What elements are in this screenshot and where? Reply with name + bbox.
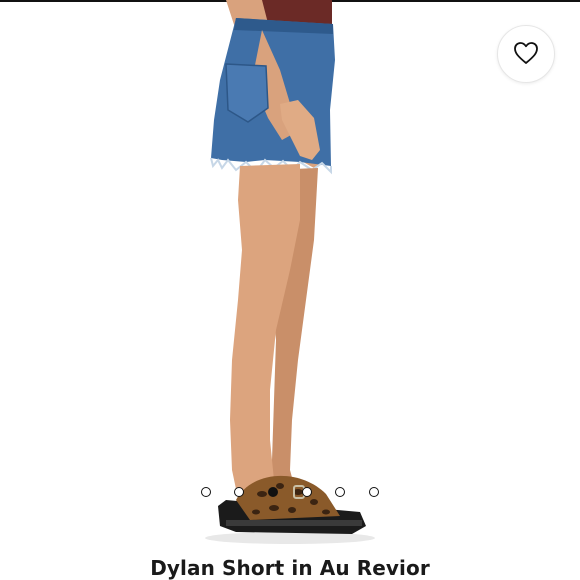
favorite-button[interactable] bbox=[497, 25, 555, 83]
carousel-pagination bbox=[0, 487, 580, 501]
carousel-dot-4[interactable] bbox=[302, 487, 312, 497]
carousel-dot-1[interactable] bbox=[201, 487, 211, 497]
carousel-dot-6[interactable] bbox=[369, 487, 379, 497]
model-illustration bbox=[205, 0, 375, 544]
carousel-dot-3[interactable] bbox=[268, 487, 278, 497]
carousel-dot-5[interactable] bbox=[335, 487, 345, 497]
product-image[interactable] bbox=[0, 0, 580, 545]
carousel-dot-2[interactable] bbox=[234, 487, 244, 497]
product-title: Dylan Short in Au Revior bbox=[150, 556, 430, 580]
back-pocket bbox=[225, 63, 269, 123]
heart-icon bbox=[513, 41, 539, 68]
